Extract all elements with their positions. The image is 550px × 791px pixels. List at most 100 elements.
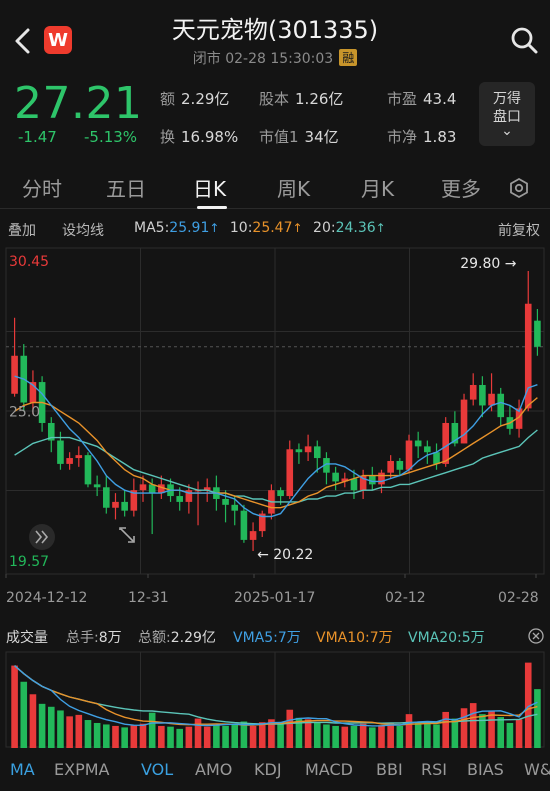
volume-bar <box>369 727 376 748</box>
order-book-label-1: 万得 <box>493 91 521 107</box>
tab-weekly-k[interactable]: 周K <box>277 173 310 202</box>
volume-bar <box>38 703 46 748</box>
candle-body <box>534 320 541 347</box>
volume-bar <box>332 725 339 748</box>
candle-body <box>313 446 321 459</box>
volume-bar <box>433 724 440 748</box>
stat-pe: 市盈 43.4 <box>387 90 457 108</box>
price-change: -1.47 <box>18 128 57 146</box>
volume-bar <box>350 725 358 748</box>
volume-bar <box>203 726 211 748</box>
stock-title: 天元宠物(301335) <box>171 16 379 44</box>
volume-bar <box>341 726 349 748</box>
volume-bar <box>29 694 37 748</box>
volume-bar <box>286 709 294 748</box>
close-icon[interactable] <box>528 628 544 644</box>
ma10-value: 25.47 <box>252 220 293 236</box>
search-icon[interactable] <box>510 26 538 54</box>
header: W 天元宠物(301335) 闭市 02-28 15:30:03 融 <box>0 0 550 76</box>
candle-body <box>66 458 73 464</box>
ma20-label: 20: <box>313 220 336 236</box>
volume-bar <box>460 708 468 748</box>
stat-amount: 额 2.29亿 <box>160 90 230 108</box>
adjustment-button[interactable]: 前复权 <box>498 220 540 240</box>
volume-bar <box>497 717 505 748</box>
high-price-annotation: 29.80 → <box>460 256 517 272</box>
tab-monthly-k[interactable]: 月K <box>361 173 394 202</box>
volume-bar <box>148 712 156 748</box>
stat-pb: 市净 1.83 <box>387 128 457 146</box>
market-status-text: 闭市 02-28 15:30:03 <box>192 51 334 67</box>
low-price-annotation: ← 20.22 <box>257 547 313 563</box>
candle-body <box>249 531 257 540</box>
chevron-down-icon: ⌄ <box>501 123 513 139</box>
total-amount: 总额:2.29亿 <box>138 630 216 646</box>
volume-bar <box>313 722 321 748</box>
candle-body <box>231 504 239 511</box>
tab-intraday[interactable]: 分时 <box>22 173 62 202</box>
ind-tab-expma[interactable]: EXPMA <box>54 760 109 779</box>
ind-tab-macd[interactable]: MACD <box>305 760 353 779</box>
ma5-line <box>14 375 538 518</box>
volume-bar <box>506 722 514 748</box>
candle-body <box>497 393 505 418</box>
y-min-label: 19.57 <box>9 554 49 570</box>
volume-bar <box>469 703 477 748</box>
tab-five-day[interactable]: 五日 <box>106 173 146 202</box>
ma20-line <box>14 429 538 503</box>
volume-bar <box>20 681 28 748</box>
candle-body <box>139 484 147 491</box>
tab-more[interactable]: 更多 <box>441 173 481 202</box>
volume-chart[interactable] <box>0 648 550 748</box>
ma5-value: 25.91 <box>169 220 210 236</box>
candle-body <box>332 472 339 482</box>
candle-body <box>405 440 413 470</box>
ind-tab-kdj[interactable]: KDJ <box>254 760 282 779</box>
volume-bar <box>442 711 449 748</box>
stat-turnover: 换 16.98% <box>160 128 239 146</box>
expand-panel-icon <box>29 524 55 550</box>
volume-bar <box>57 710 64 748</box>
volume-bar <box>84 720 92 748</box>
ma10-line <box>14 397 538 509</box>
settings-icon[interactable] <box>508 177 530 199</box>
ma20-value: 24.36 <box>335 220 376 236</box>
volume-bar <box>167 726 174 748</box>
tab-daily-k[interactable]: 日K <box>193 173 226 202</box>
candle-body <box>396 460 404 470</box>
x-axis-label: 02-28 <box>498 590 539 606</box>
candle-body <box>442 422 449 464</box>
volume-bar <box>222 725 229 748</box>
ind-tab-amo[interactable]: AMO <box>195 760 232 779</box>
ind-tab-ma[interactable]: MA <box>10 760 35 779</box>
x-axis-label: 12-31 <box>128 590 169 606</box>
candle-body <box>11 355 18 394</box>
ind-tab-bias[interactable]: BIAS <box>467 760 504 779</box>
vma20-legend: VMA20:5万 <box>408 630 485 646</box>
candlestick-chart[interactable]: 30.45 25.0 19.57 29.80 → ← 20.22 2024-12-12 12… <box>0 240 550 612</box>
volume-bar <box>451 718 459 748</box>
ind-tab-rsi[interactable]: RSI <box>421 760 447 779</box>
ma5-label: MA5: <box>134 220 170 236</box>
order-book-button[interactable]: 万得 盘口 ⌄ <box>479 82 535 146</box>
x-axis-label: 2024-12-12 <box>6 590 87 606</box>
candle-body <box>84 455 92 485</box>
candle-body <box>488 393 495 406</box>
overlay-button[interactable]: 叠加 <box>8 220 36 240</box>
ind-tab-vol[interactable]: VOL <box>141 760 173 779</box>
total-hands: 总手:8万 <box>66 630 122 646</box>
candle-body <box>103 487 110 508</box>
active-tab-indicator <box>197 206 227 209</box>
volume-bar <box>194 718 202 748</box>
candle-body <box>112 501 119 508</box>
candle-body <box>121 501 128 511</box>
candle-body <box>176 496 183 502</box>
volume-bar <box>213 725 220 748</box>
volume-bar <box>488 711 495 748</box>
volume-bar <box>277 723 284 748</box>
volume-bar <box>139 723 147 748</box>
ind-tab-bbi[interactable]: BBI <box>376 760 403 779</box>
ma-setting-button[interactable]: 设均线 <box>62 220 104 240</box>
ind-tab-wr[interactable]: W& <box>524 760 550 779</box>
candle-body <box>222 498 229 505</box>
